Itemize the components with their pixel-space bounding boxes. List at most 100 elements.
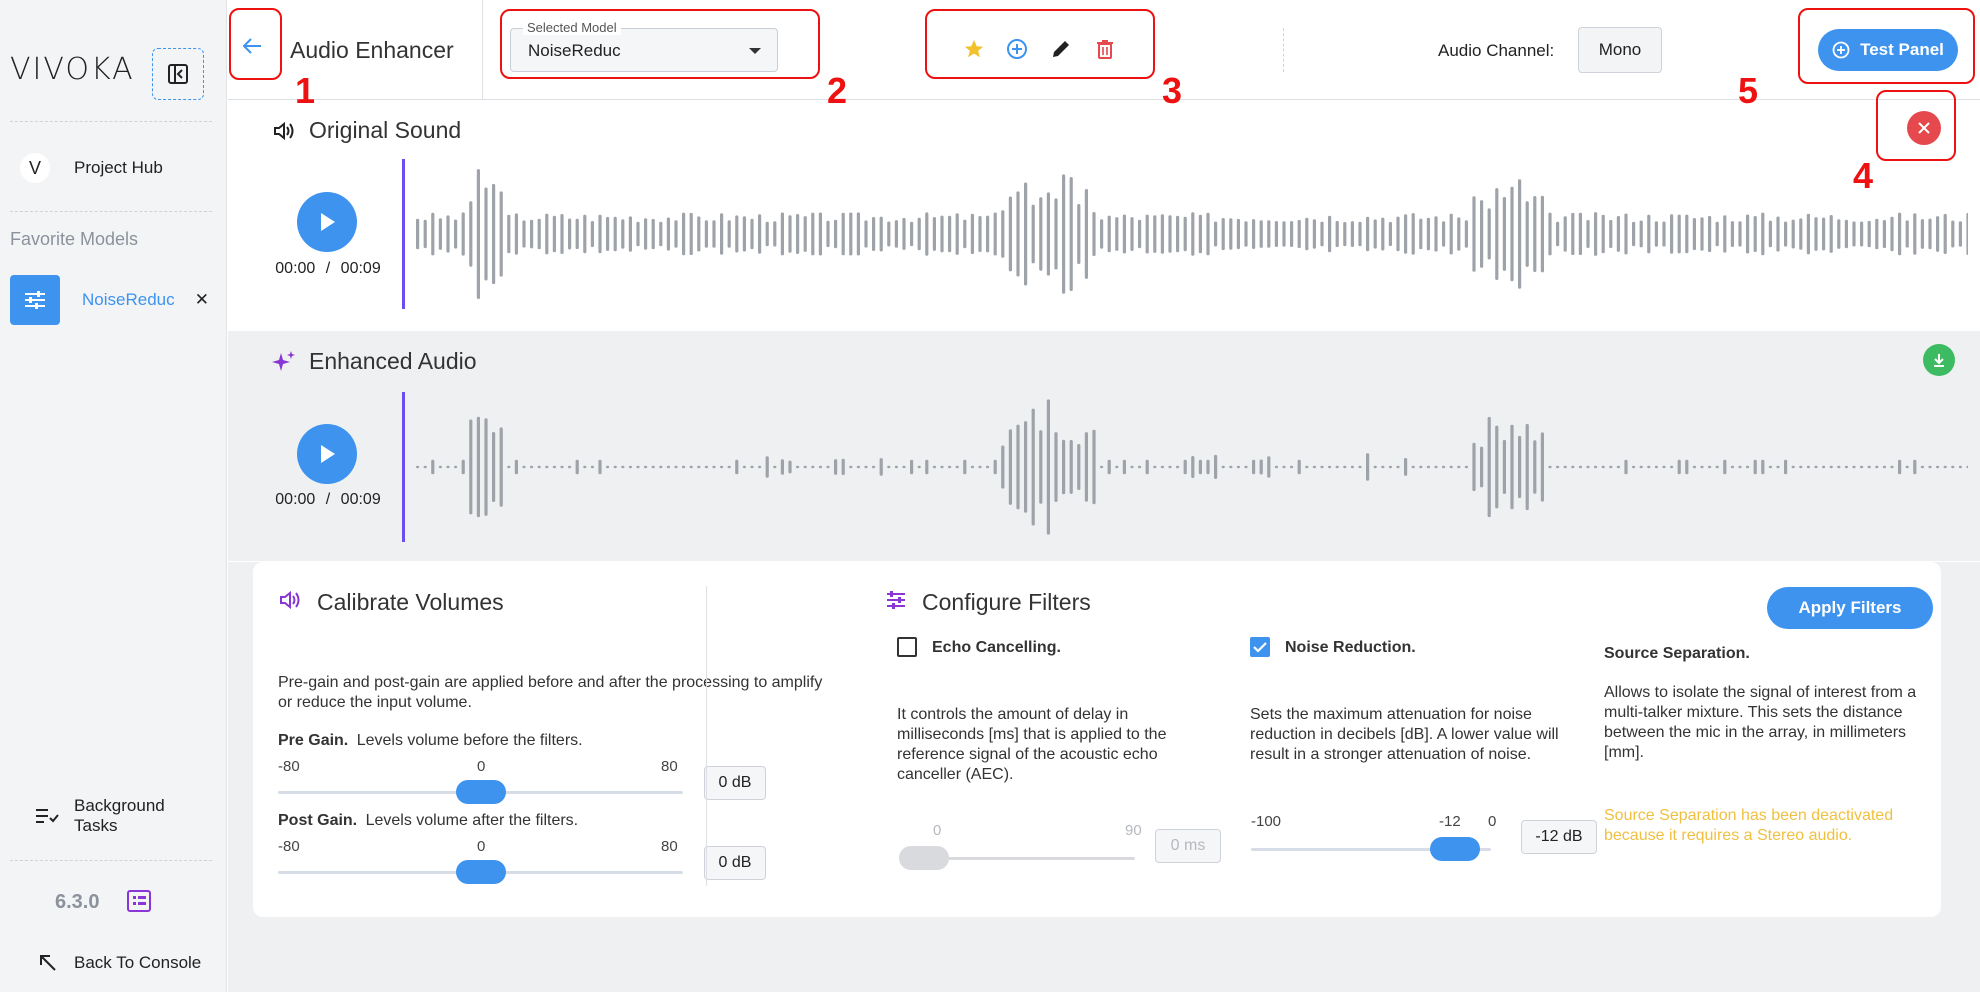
waveform-bar xyxy=(537,465,541,469)
waveform-bar xyxy=(1958,465,1962,469)
waveform-bar xyxy=(1601,214,1605,254)
waveform-bar xyxy=(1738,221,1742,247)
waveform-bar xyxy=(887,465,891,469)
waveform-bar xyxy=(727,465,731,469)
waveform-bar xyxy=(1677,459,1681,475)
noise-checkbox[interactable] xyxy=(1250,637,1270,657)
enhanced-play-button[interactable] xyxy=(297,424,357,484)
waveform-bar xyxy=(1221,218,1225,251)
waveform-bar xyxy=(970,213,974,255)
waveform-bar xyxy=(1160,214,1164,254)
waveform-bar xyxy=(773,465,777,469)
waveform-bar xyxy=(1844,465,1848,469)
waveform-bar xyxy=(613,465,617,469)
waveform-bar xyxy=(826,465,830,469)
waveform-bar xyxy=(1936,465,1940,469)
collapse-sidebar-button[interactable] xyxy=(152,48,204,100)
waveform-bar xyxy=(689,465,693,469)
original-waveform[interactable] xyxy=(408,159,1968,309)
waveform-bar xyxy=(1822,465,1826,469)
apply-filters-button[interactable]: Apply Filters xyxy=(1767,587,1933,629)
echo-slider-thumb[interactable] xyxy=(899,846,949,870)
noise-max: 0 xyxy=(1488,813,1497,830)
waveform-bar xyxy=(1252,219,1256,249)
enhanced-time: 00:00 / 00:09 xyxy=(275,491,381,508)
pre-gain-value[interactable]: 0 dB xyxy=(704,766,766,800)
waveform-bar xyxy=(955,213,959,255)
waveform-bar xyxy=(606,465,610,469)
echo-value[interactable]: 0 ms xyxy=(1155,829,1221,863)
project-hub-link[interactable]: V Project Hub xyxy=(20,150,220,186)
waveform-bar xyxy=(1145,214,1149,254)
echo-max: 90 xyxy=(1125,822,1142,839)
favorite-model-item[interactable]: NoiseReduc ✕ xyxy=(10,275,215,325)
waveform-bar xyxy=(438,218,442,250)
waveform-bar xyxy=(1578,212,1582,256)
post-gain-slider-thumb[interactable] xyxy=(456,860,506,884)
sliders-icon xyxy=(10,275,60,325)
waveform-bar xyxy=(1016,191,1020,277)
waveform-bar xyxy=(1214,454,1218,479)
back-to-console-link[interactable]: Back To Console xyxy=(38,950,218,976)
audio-channel-label: Audio Channel: xyxy=(1438,41,1555,60)
filters-icon xyxy=(887,591,905,609)
remove-favorite-button[interactable]: ✕ xyxy=(195,290,209,310)
waveform-bar xyxy=(1297,219,1301,249)
noise-description: Sets the maximum attenuation for noise r… xyxy=(1250,706,1559,763)
waveform-bar xyxy=(1768,465,1772,469)
waveform-bar xyxy=(1404,458,1408,476)
noise-value[interactable]: -12 dB xyxy=(1521,820,1597,854)
background-tasks-link[interactable]: Background Tasks xyxy=(34,794,214,838)
waveform-bar xyxy=(1662,465,1666,469)
waveform-bar xyxy=(1890,465,1894,469)
echo-checkbox[interactable] xyxy=(897,637,917,657)
waveform-bar xyxy=(659,221,663,247)
waveform-bar xyxy=(1898,459,1902,475)
waveform-bar xyxy=(461,459,465,475)
waveform-bar xyxy=(1730,465,1734,469)
original-play-button[interactable] xyxy=(297,192,357,252)
release-notes-icon[interactable] xyxy=(127,890,151,912)
waveform-bar xyxy=(932,217,936,251)
waveform-bar xyxy=(583,214,587,254)
waveform-bar xyxy=(826,220,830,248)
waveform-bar xyxy=(887,221,891,247)
waveform-bar xyxy=(1586,465,1590,469)
download-button[interactable] xyxy=(1923,344,1955,376)
filters-title: Configure Filters xyxy=(922,589,1091,615)
waveform-bar xyxy=(1860,465,1864,469)
waveform-bar xyxy=(522,220,526,248)
vivoka-v-icon: V xyxy=(20,153,50,183)
post-gain-mid: 0 xyxy=(477,838,486,855)
waveform-bar xyxy=(1920,465,1924,469)
waveform-bar xyxy=(925,459,929,475)
waveform-bar xyxy=(666,465,670,469)
post-gain-value[interactable]: 0 dB xyxy=(704,846,766,880)
waveform-bar xyxy=(796,465,800,469)
noise-slider-thumb[interactable] xyxy=(1430,837,1480,861)
waveform-bar xyxy=(902,217,906,250)
waveform-bar xyxy=(1434,216,1438,252)
vivoka-logo: VIVOKA xyxy=(10,52,135,87)
waveform-bar xyxy=(1822,217,1826,251)
waveform-bar xyxy=(1107,459,1111,475)
waveform-bar xyxy=(1221,465,1225,469)
pre-gain-slider-thumb[interactable] xyxy=(456,780,506,804)
waveform-bar xyxy=(674,220,678,248)
waveform-bar xyxy=(856,465,860,469)
waveform-bar xyxy=(1510,424,1514,510)
waveform-bar xyxy=(492,183,496,285)
waveform-bar xyxy=(1943,465,1947,469)
waveform-bar xyxy=(765,456,769,478)
waveform-bar xyxy=(1024,421,1028,513)
waveform-bar xyxy=(1799,465,1803,469)
waveform-bar xyxy=(1130,217,1134,251)
enhanced-waveform[interactable] xyxy=(408,392,1968,542)
waveform-bar xyxy=(948,465,952,469)
waveform-bar xyxy=(446,215,450,253)
waveform-bar xyxy=(1449,465,1453,469)
sidebar: VIVOKA V Project Hub Favorite Models Noi… xyxy=(0,0,227,992)
waveform-bar xyxy=(1107,215,1111,253)
waveform-bar xyxy=(1373,219,1377,249)
waveform-bar xyxy=(446,465,450,469)
